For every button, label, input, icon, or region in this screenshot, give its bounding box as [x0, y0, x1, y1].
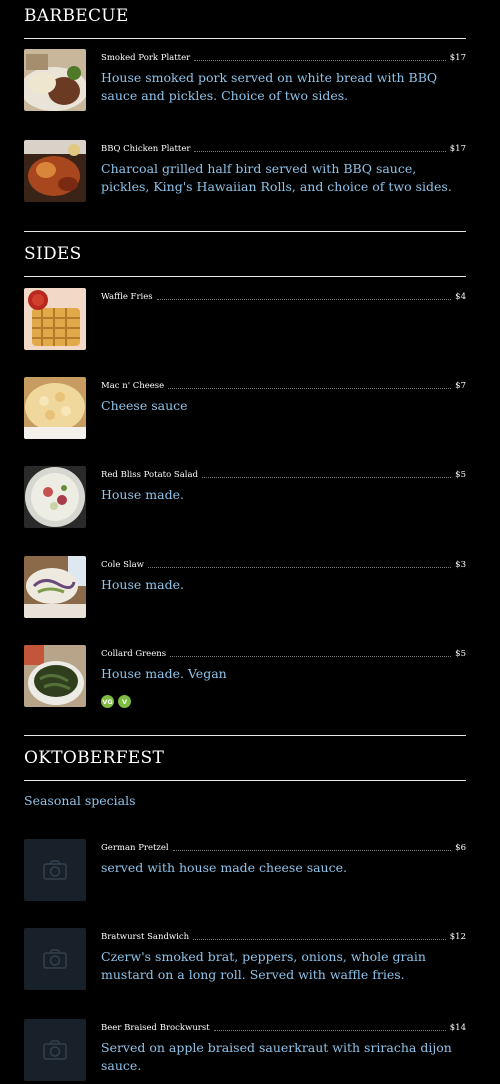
- camera-icon: [43, 1040, 67, 1060]
- item-description: House smoked pork served on white bread …: [101, 70, 438, 103]
- item-description: House made. Vegan: [101, 666, 227, 681]
- item-description: House made.: [101, 487, 184, 502]
- dot-leader: [202, 477, 452, 478]
- photo-placeholder[interactable]: [24, 839, 86, 901]
- section-title-barbecue: BARBECUE: [24, 6, 129, 26]
- dot-leader: [213, 1030, 446, 1031]
- item-price: $17: [449, 144, 466, 154]
- item-description: House made.: [101, 577, 184, 592]
- item-price: $7: [455, 381, 466, 391]
- food-photo-smoked-pork[interactable]: [24, 49, 86, 111]
- item-price: $14: [449, 1023, 466, 1033]
- dot-leader: [147, 567, 452, 568]
- dot-leader: [170, 656, 452, 657]
- dot-leader: [168, 388, 452, 389]
- item-price: $12: [449, 932, 466, 942]
- section-description: Seasonal specials: [24, 793, 136, 808]
- item-description: Cheese sauce: [101, 398, 188, 413]
- item-name: Waffle Fries: [101, 292, 153, 302]
- section-divider: [24, 276, 466, 277]
- item-description: Czerw's smoked brat, peppers, onions, wh…: [101, 949, 426, 982]
- dot-leader: [194, 151, 446, 152]
- vegetarian-icon[interactable]: V: [118, 695, 131, 708]
- section-divider: [24, 38, 466, 39]
- item-price: $17: [449, 53, 466, 63]
- camera-icon: [43, 949, 67, 969]
- item-price: $5: [455, 470, 466, 480]
- item-name: Bratwurst Sandwich: [101, 932, 190, 942]
- food-photo-cole-slaw[interactable]: [24, 556, 86, 618]
- camera-icon: [43, 860, 67, 880]
- item-name: Smoked Pork Platter: [101, 53, 191, 63]
- item-name: German Pretzel: [101, 843, 169, 853]
- item-price: $5: [455, 649, 466, 659]
- section-divider: [24, 780, 466, 781]
- food-photo-collard-greens[interactable]: [24, 645, 86, 707]
- food-photo-bbq-chicken[interactable]: [24, 140, 86, 202]
- item-name: Beer Braised Brockwurst: [101, 1023, 210, 1033]
- item-description: Charcoal grilled half bird served with B…: [101, 161, 452, 194]
- item-name: Collard Greens: [101, 649, 167, 659]
- dietary-badges: VG V: [101, 695, 131, 708]
- item-description: Served on apple braised sauerkraut with …: [101, 1040, 452, 1073]
- section-divider: [24, 735, 466, 736]
- food-photo-mac-n-cheese[interactable]: [24, 377, 86, 439]
- dot-leader: [156, 299, 452, 300]
- section-title-oktoberfest: OKTOBERFEST: [24, 748, 165, 768]
- photo-placeholder[interactable]: [24, 928, 86, 990]
- item-price: $4: [455, 292, 466, 302]
- dot-leader: [172, 850, 452, 851]
- photo-placeholder[interactable]: [24, 1019, 86, 1081]
- item-name: Red Bliss Potato Salad: [101, 470, 199, 480]
- food-photo-potato-salad[interactable]: [24, 466, 86, 528]
- item-name: Cole Slaw: [101, 560, 144, 570]
- item-description: served with house made cheese sauce.: [101, 860, 347, 875]
- dot-leader: [193, 939, 446, 940]
- dot-leader: [194, 60, 446, 61]
- item-name: BBQ Chicken Platter: [101, 144, 191, 154]
- vegan-icon[interactable]: VG: [101, 695, 114, 708]
- item-name: Mac n' Cheese: [101, 381, 165, 391]
- item-price: $6: [455, 843, 466, 853]
- section-title-sides: SIDES: [24, 244, 82, 264]
- section-divider: [24, 231, 466, 232]
- food-photo-waffle-fries[interactable]: [24, 288, 86, 350]
- item-price: $3: [455, 560, 466, 570]
